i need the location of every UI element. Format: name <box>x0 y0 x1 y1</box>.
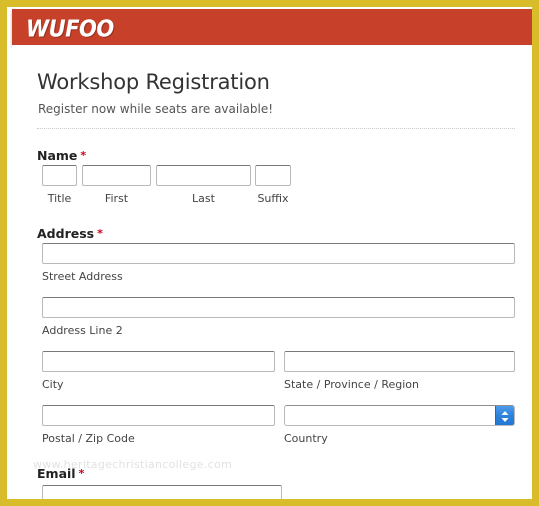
name-section-label: Name * <box>37 148 86 163</box>
address-label-text: Address <box>37 226 95 241</box>
address-city-sublabel: City <box>42 378 64 391</box>
name-label-text: Name <box>37 148 78 163</box>
address-city-input[interactable] <box>42 351 275 372</box>
name-first-input[interactable] <box>82 165 151 186</box>
name-last-sublabel: Last <box>192 192 215 205</box>
title-divider <box>37 128 515 129</box>
email-label-text: Email <box>37 466 76 481</box>
address-line2-sublabel: Address Line 2 <box>42 324 123 337</box>
name-suffix-input[interactable] <box>255 165 291 186</box>
frame-inner: WUFOO Workshop Registration Register now… <box>7 7 532 499</box>
address-line2-input[interactable] <box>42 297 515 318</box>
address-section-label: Address * <box>37 226 103 241</box>
page-title: Workshop Registration <box>37 70 270 94</box>
name-title-sublabel: Title <box>47 192 72 205</box>
wufoo-logo: WUFOO <box>26 16 114 42</box>
address-street-input[interactable] <box>42 243 515 264</box>
name-title-input[interactable] <box>42 165 77 186</box>
address-country-sublabel: Country <box>284 432 328 445</box>
address-postal-sublabel: Postal / Zip Code <box>42 432 135 445</box>
email-input[interactable] <box>42 485 282 499</box>
address-street-sublabel: Street Address <box>42 270 123 283</box>
name-last-input[interactable] <box>156 165 251 186</box>
brand-header-bar: WUFOO <box>12 9 532 45</box>
email-section-label: Email * <box>37 466 84 481</box>
email-required-star: * <box>78 467 85 480</box>
name-suffix-sublabel: Suffix <box>257 192 289 205</box>
address-country-select[interactable] <box>284 405 515 426</box>
name-first-sublabel: First <box>104 192 129 205</box>
page-frame: WUFOO Workshop Registration Register now… <box>0 0 539 506</box>
address-required-star: * <box>97 227 103 240</box>
page-subtitle: Register now while seats are available! <box>38 102 274 116</box>
address-state-input[interactable] <box>284 351 515 372</box>
chevron-updown-icon[interactable] <box>495 406 514 425</box>
form-body: Workshop Registration Register now while… <box>12 45 532 499</box>
name-required-star: * <box>80 149 87 162</box>
address-state-sublabel: State / Province / Region <box>284 378 419 391</box>
address-postal-input[interactable] <box>42 405 275 426</box>
